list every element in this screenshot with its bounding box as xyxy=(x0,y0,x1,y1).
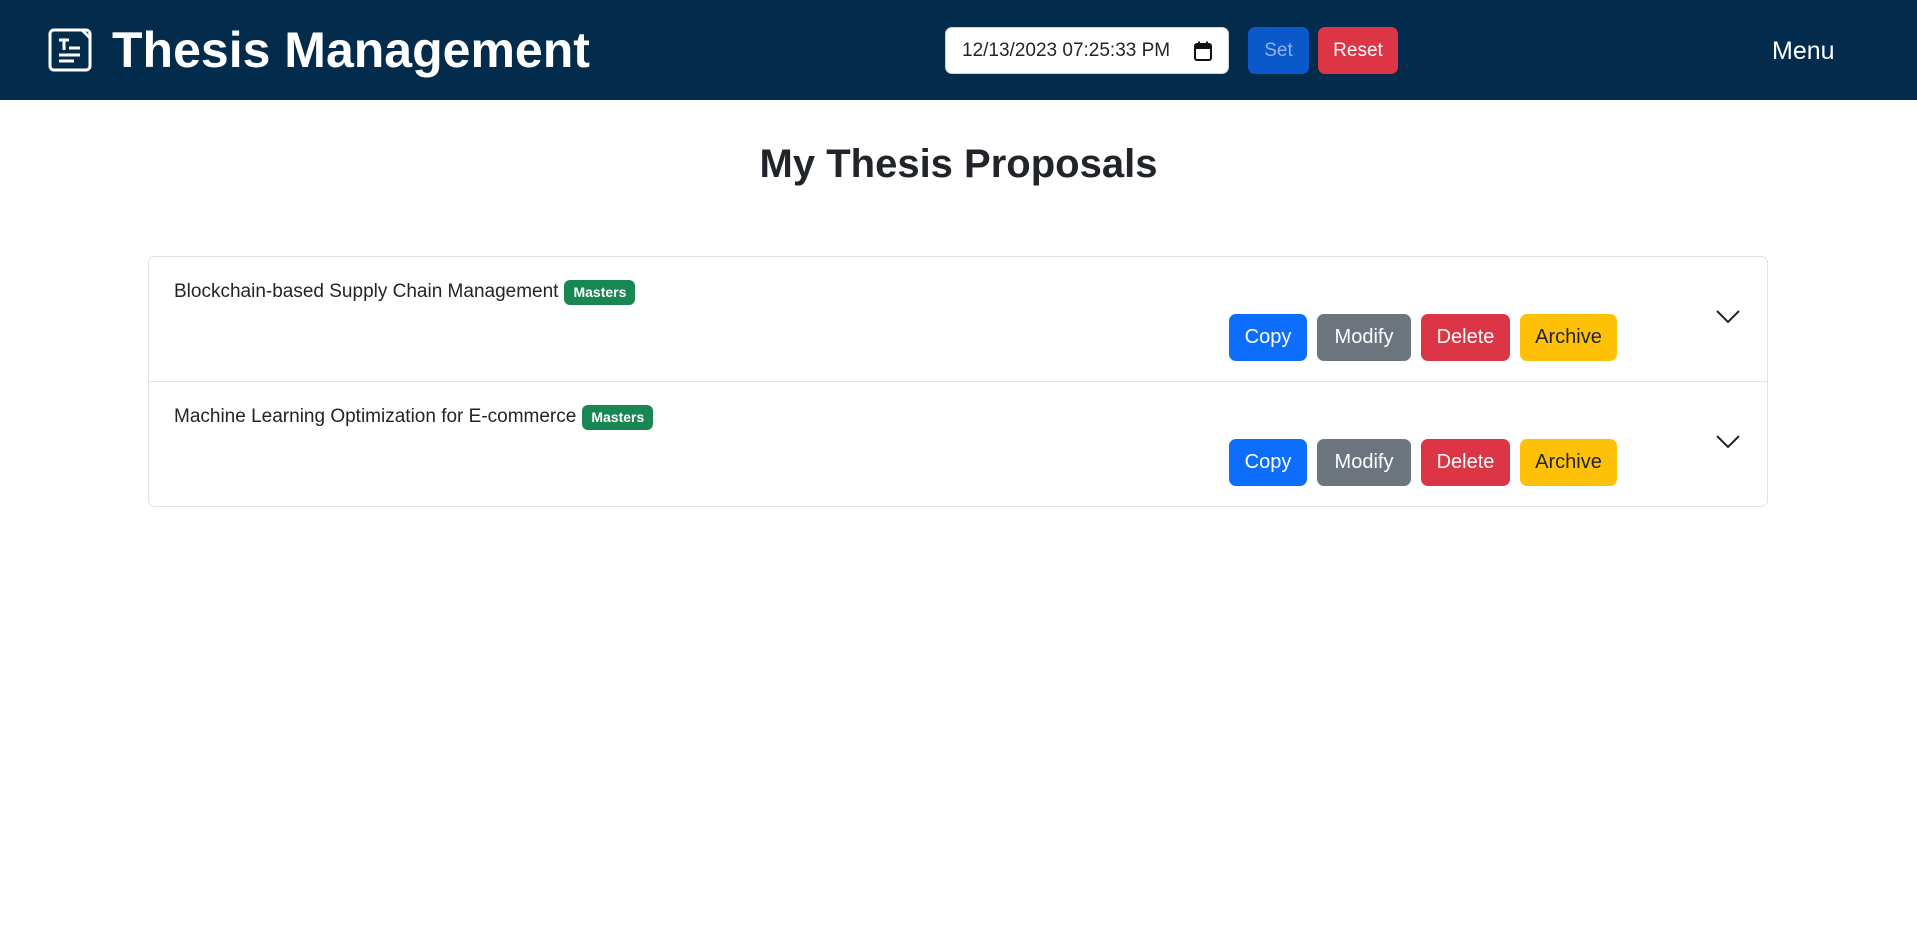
brand-title: Thesis Management xyxy=(112,22,590,78)
modify-button[interactable]: Modify xyxy=(1317,439,1411,486)
page-title: My Thesis Proposals xyxy=(759,142,1158,186)
proposal-item[interactable]: Blockchain-based Supply Chain Management… xyxy=(149,257,1767,382)
proposal-actions: Copy Modify Delete Archive xyxy=(1229,439,1617,486)
copy-button[interactable]: Copy xyxy=(1229,314,1307,361)
set-date-button[interactable]: Set xyxy=(1248,27,1309,74)
level-badge: Masters xyxy=(564,279,636,305)
proposal-header: Blockchain-based Supply Chain Management… xyxy=(174,277,636,307)
chevron-down-icon[interactable] xyxy=(1715,432,1741,450)
proposal-accordion: Blockchain-based Supply Chain Management… xyxy=(148,256,1768,507)
navbar: Thesis Management 12/13/2023 07:25:33 PM… xyxy=(0,0,1917,100)
delete-button[interactable]: Delete xyxy=(1421,314,1510,361)
reset-date-button[interactable]: Reset xyxy=(1318,27,1398,74)
proposal-title: Machine Learning Optimization for E-comm… xyxy=(174,406,577,427)
archive-button[interactable]: Archive xyxy=(1520,439,1617,486)
proposal-title: Blockchain-based Supply Chain Management xyxy=(174,281,559,302)
proposal-header: Machine Learning Optimization for E-comm… xyxy=(174,402,654,432)
brand-link[interactable]: Thesis Management xyxy=(48,22,590,78)
menu-toggle[interactable]: Menu xyxy=(1772,32,1835,70)
level-badge: Masters xyxy=(582,404,654,430)
datetime-input[interactable]: 12/13/2023 07:25:33 PM xyxy=(945,27,1229,74)
calendar-icon[interactable] xyxy=(1194,41,1212,61)
datetime-value: 12/13/2023 07:25:33 PM xyxy=(962,39,1171,61)
proposal-item[interactable]: Machine Learning Optimization for E-comm… xyxy=(149,382,1767,506)
chevron-down-icon[interactable] xyxy=(1715,307,1741,325)
copy-button[interactable]: Copy xyxy=(1229,439,1307,486)
document-text-icon xyxy=(48,28,92,72)
proposal-actions: Copy Modify Delete Archive xyxy=(1229,314,1617,361)
modify-button[interactable]: Modify xyxy=(1317,314,1411,361)
archive-button[interactable]: Archive xyxy=(1520,314,1617,361)
delete-button[interactable]: Delete xyxy=(1421,439,1510,486)
